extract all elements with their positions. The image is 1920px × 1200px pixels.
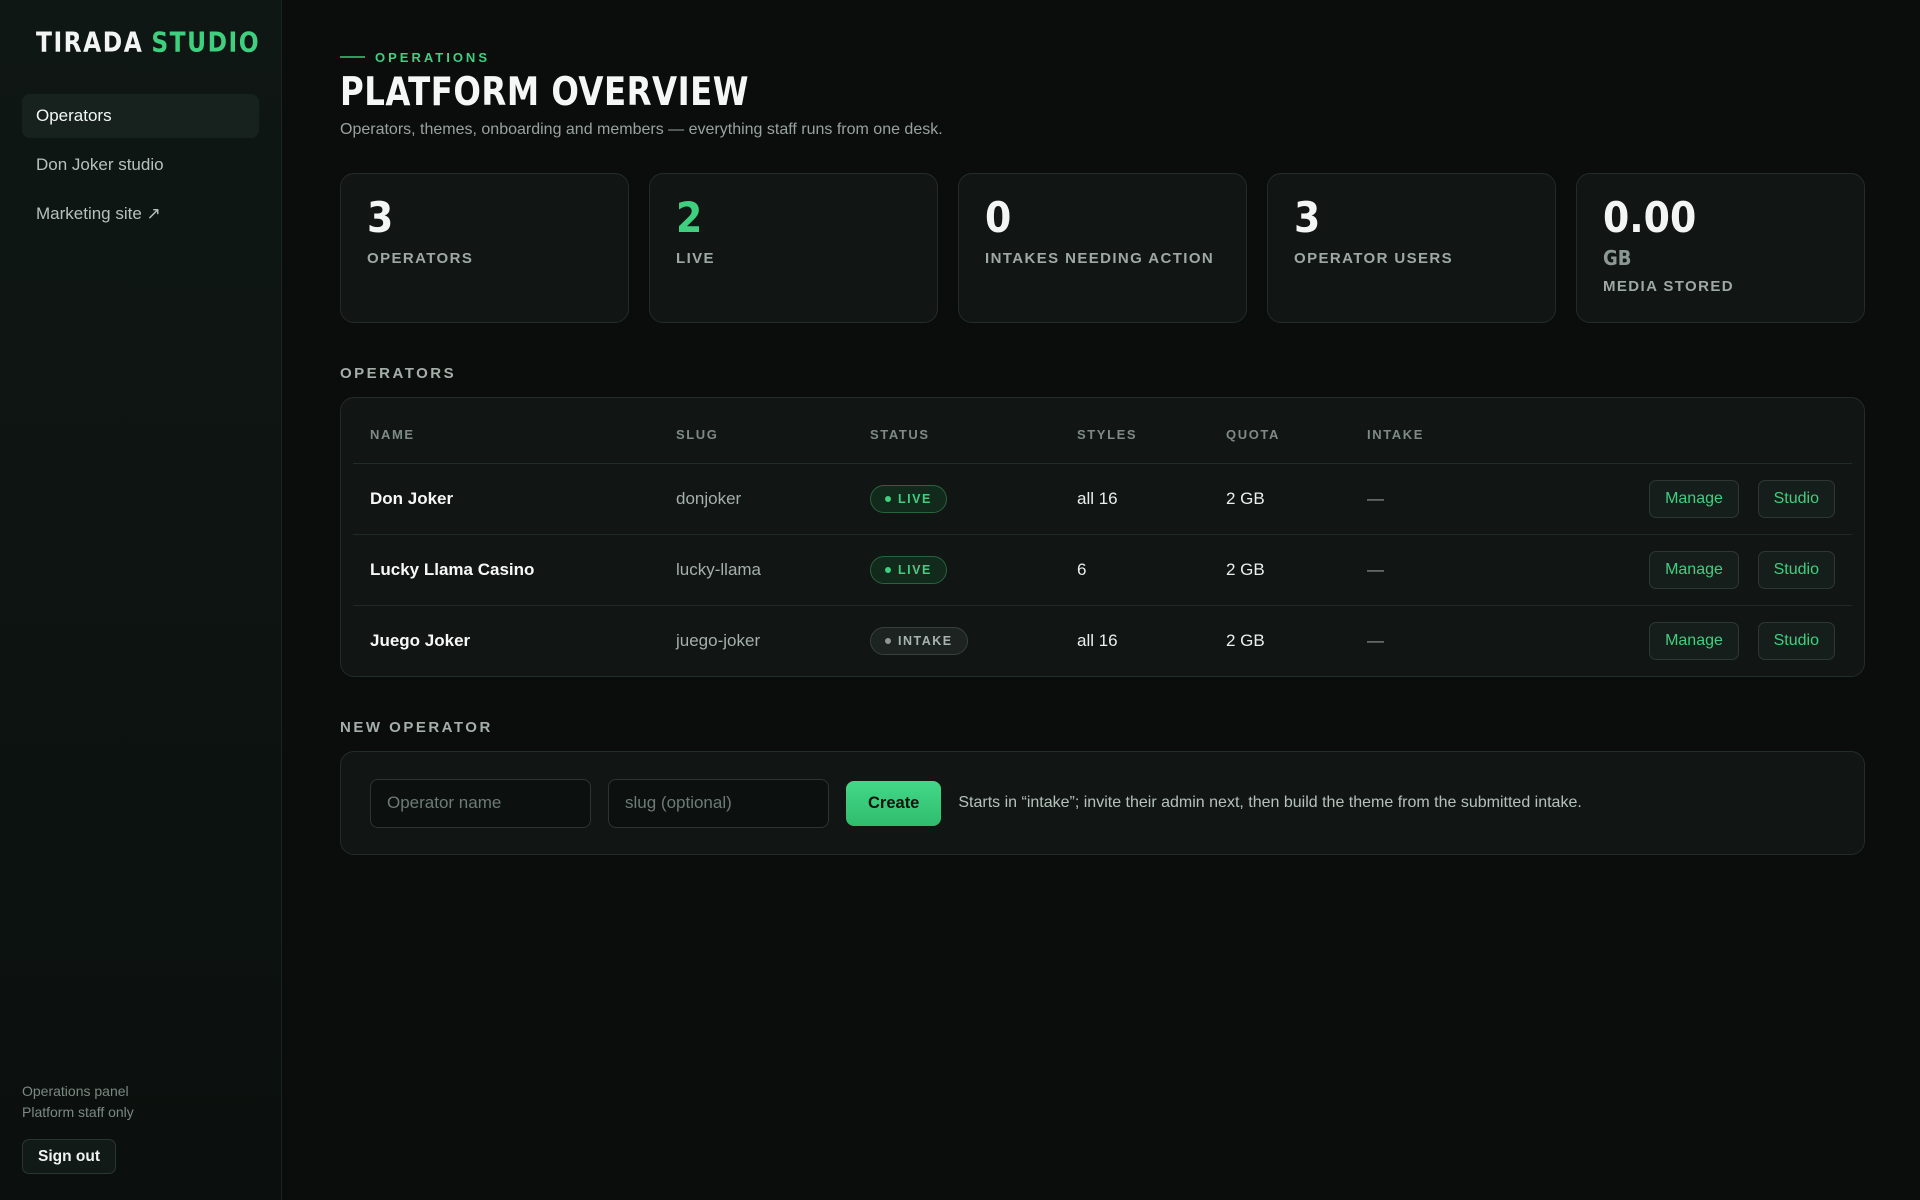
manage-button[interactable]: Manage xyxy=(1649,479,1739,518)
column-header-quota[interactable]: QUOTA xyxy=(1209,406,1350,464)
stat-label: OPERATORS xyxy=(367,250,474,267)
eyebrow-label: OPERATIONS xyxy=(375,49,490,65)
eyebrow-rule xyxy=(340,56,365,58)
operator-name: Juego Joker xyxy=(370,630,471,650)
stat-card-intakes: 0 INTAKES NEEDING ACTION xyxy=(958,173,1247,323)
create-button[interactable]: Create xyxy=(846,780,942,826)
manage-button[interactable]: Manage xyxy=(1649,621,1739,660)
brand-name-primary: TIRADA xyxy=(36,27,144,59)
new-operator-form: Create Starts in “intake”; invite their … xyxy=(340,751,1865,855)
status-dot-icon xyxy=(885,566,891,573)
operator-intake: — xyxy=(1350,534,1530,606)
stat-card-live: 2 LIVE xyxy=(649,173,938,323)
sidebar-item-operators[interactable]: Operators xyxy=(22,94,259,138)
stat-card-operators: 3 OPERATORS xyxy=(340,173,629,323)
status-badge-label: INTAKE xyxy=(898,633,953,648)
column-header-slug[interactable]: SLUG xyxy=(659,406,853,464)
stat-value: 3 xyxy=(367,193,394,242)
operator-status-cell: INTAKE xyxy=(853,605,1060,676)
studio-button[interactable]: Studio xyxy=(1757,479,1835,518)
stat-value: 0 xyxy=(985,193,1012,242)
column-header-styles[interactable]: STYLES xyxy=(1060,406,1209,464)
row-actions: Manage Studio xyxy=(1530,463,1852,535)
stat-label: OPERATOR USERS xyxy=(1294,250,1454,267)
table-row: Juego Joker juego-joker INTAKE all 16 2 … xyxy=(353,605,1852,676)
sidebar-item-marketing-site[interactable]: Marketing site ↗ xyxy=(22,192,259,236)
operator-slug: juego-joker xyxy=(676,630,761,650)
operator-name: Don Joker xyxy=(353,463,659,535)
operators-table: NAME SLUG STATUS STYLES QUOTA INTAKE Don… xyxy=(353,406,1852,676)
status-badge: INTAKE xyxy=(870,626,968,655)
manage-button[interactable]: Manage xyxy=(1649,550,1739,589)
operator-quota: 2 GB xyxy=(1209,534,1350,606)
new-operator-section-label: NEW OPERATOR xyxy=(340,719,493,736)
stat-card-media-stored: 0.00 GB MEDIA STORED xyxy=(1576,173,1865,323)
operators-table-card: NAME SLUG STATUS STYLES QUOTA INTAKE Don… xyxy=(340,397,1865,677)
sidebar-footer: Operations panel Platform staff only Sig… xyxy=(22,1081,134,1174)
operator-intake: — xyxy=(1367,630,1384,650)
app-root: TIRADA STUDIO Operators Don Joker studio … xyxy=(0,0,1920,1200)
brand-name: TIRADA STUDIO xyxy=(36,27,260,59)
table-header-row: NAME SLUG STATUS STYLES QUOTA INTAKE xyxy=(353,406,1852,464)
staff-caption: Platform staff only xyxy=(22,1104,134,1120)
main-content: OPERATIONS PLATFORM OVERVIEW Operators, … xyxy=(282,0,1920,1200)
stat-label: INTAKES NEEDING ACTION xyxy=(985,250,1215,267)
operator-name-input[interactable] xyxy=(370,778,591,828)
operator-status-cell: LIVE xyxy=(853,463,1060,535)
operator-slug: lucky-llama xyxy=(659,534,853,606)
column-header-actions xyxy=(1530,406,1852,464)
brand-logo[interactable]: TIRADA STUDIO xyxy=(19,27,260,59)
operator-status-cell: LIVE xyxy=(853,534,1060,606)
sidebar: TIRADA STUDIO Operators Don Joker studio … xyxy=(0,0,282,1200)
sign-out-button[interactable]: Sign out xyxy=(22,1139,116,1174)
operator-quota: 2 GB xyxy=(1209,463,1350,535)
table-row: Lucky Llama Casino lucky-llama LIVE 6 2 … xyxy=(353,534,1852,606)
brand-name-accent: STUDIO xyxy=(151,27,261,59)
eyebrow: OPERATIONS xyxy=(340,48,1865,66)
panel-caption: Operations panel xyxy=(22,1083,129,1099)
status-dot-icon xyxy=(885,495,891,502)
row-actions: Manage Studio xyxy=(1530,534,1852,606)
slug-input[interactable] xyxy=(608,778,829,828)
status-badge: LIVE xyxy=(870,484,947,513)
page-subtitle: Operators, themes, onboarding and member… xyxy=(340,121,943,138)
status-badge-label: LIVE xyxy=(898,562,932,577)
stat-value: 3 xyxy=(1294,193,1321,242)
studio-button[interactable]: Studio xyxy=(1757,621,1835,660)
studio-button[interactable]: Studio xyxy=(1757,550,1835,589)
stats-row: 3 OPERATORS 2 LIVE 0 INTAKES NEEDING ACT… xyxy=(340,173,1865,323)
diamond-logo-icon xyxy=(19,38,29,48)
status-badge-label: LIVE xyxy=(898,491,932,506)
column-header-intake[interactable]: INTAKE xyxy=(1350,406,1530,464)
status-dot-icon xyxy=(885,637,891,644)
row-actions: Manage Studio xyxy=(1530,605,1852,676)
operator-quota: 2 GB xyxy=(1226,630,1265,650)
stat-label: LIVE xyxy=(676,250,715,267)
column-header-status[interactable]: STATUS xyxy=(853,406,1060,464)
form-hint: Starts in “intake”; invite their admin n… xyxy=(958,794,1582,811)
status-badge: LIVE xyxy=(870,555,947,584)
operator-styles: all 16 xyxy=(1060,463,1209,535)
operator-slug: donjoker xyxy=(659,463,853,535)
stat-unit: GB xyxy=(1603,246,1632,270)
table-row: Don Joker donjoker LIVE all 16 2 GB — Ma… xyxy=(353,463,1852,535)
sidebar-nav: Operators Don Joker studio Marketing sit… xyxy=(22,94,259,236)
stat-value: 0.00 xyxy=(1603,193,1697,242)
operator-styles: 6 xyxy=(1060,534,1209,606)
stat-value: 2 xyxy=(676,193,703,242)
operators-section-label: OPERATORS xyxy=(340,365,457,382)
sidebar-item-don-joker-studio[interactable]: Don Joker studio xyxy=(22,143,259,187)
stat-label: MEDIA STORED xyxy=(1603,278,1734,295)
stat-card-operator-users: 3 OPERATOR USERS xyxy=(1267,173,1556,323)
column-header-name[interactable]: NAME xyxy=(353,406,659,464)
page-title: PLATFORM OVERVIEW xyxy=(340,70,750,116)
operator-name: Lucky Llama Casino xyxy=(353,534,659,606)
operator-intake: — xyxy=(1350,463,1530,535)
operator-styles: all 16 xyxy=(1077,630,1118,650)
